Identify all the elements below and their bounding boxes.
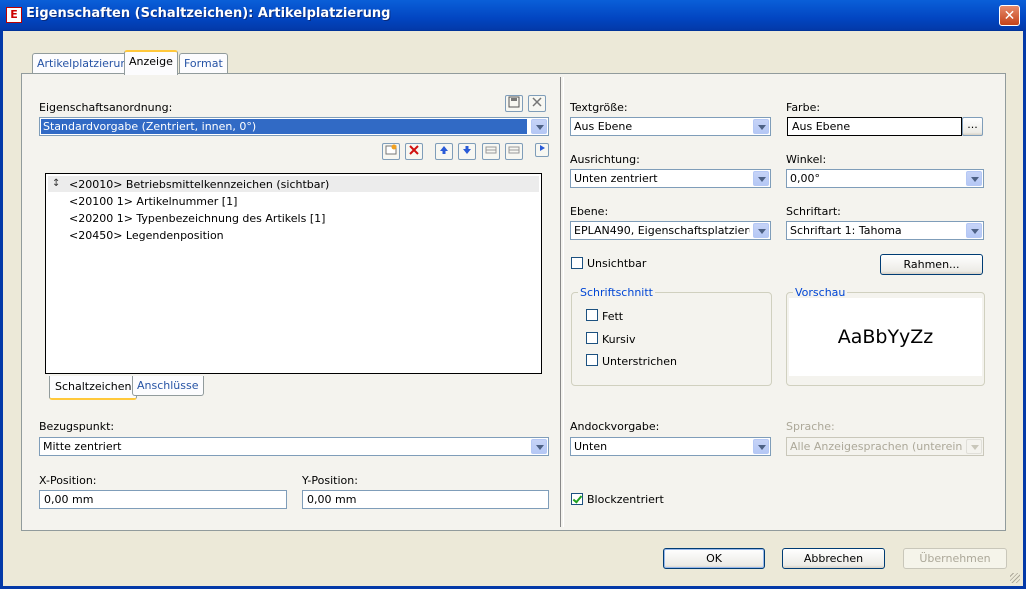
textsize-label: Textgröße: <box>570 101 628 114</box>
list-item[interactable]: <20010> Betriebsmittelkennzeichen (sicht… <box>69 178 329 191</box>
window-title: Eigenschaften (Schaltzeichen): Artikelpl… <box>26 6 391 21</box>
arrangement-select[interactable]: Standardvorgabe (Zentriert, innen, 0°) <box>39 117 549 136</box>
ypos-label: Y-Position: <box>302 474 358 487</box>
chevron-down-icon[interactable] <box>966 439 982 454</box>
remove-entry-button[interactable] <box>405 143 423 160</box>
panel-divider <box>560 77 564 527</box>
font-style-group-title: Schriftschnitt <box>578 286 655 299</box>
angle-label: Winkel: <box>786 153 827 166</box>
title-bar: E Eigenschaften (Schaltzeichen): Artikel… <box>0 0 1026 31</box>
sort-order-icon: ↕ <box>52 178 61 189</box>
xpos-label: X-Position: <box>39 474 97 487</box>
refpoint-select[interactable]: Mitte zentriert <box>39 437 549 456</box>
move-up-button[interactable] <box>435 143 453 160</box>
italic-label: Kursiv <box>602 333 636 346</box>
underline-checkbox[interactable] <box>586 354 598 366</box>
italic-checkbox[interactable] <box>586 332 598 344</box>
dock-label: Andockvorgabe: <box>570 420 660 433</box>
frame-button[interactable]: Rahmen... <box>880 254 983 275</box>
tab-format[interactable]: Format <box>179 53 228 74</box>
color-picker-button[interactable]: ... <box>962 117 983 136</box>
arrow-up-icon <box>440 146 448 154</box>
arrangement-value: Standardvorgabe (Zentriert, innen, 0°) <box>41 119 527 134</box>
invisible-label: Unsichtbar <box>587 257 647 270</box>
cancel-button[interactable]: Abbrechen <box>782 548 885 569</box>
tab-anzeige[interactable]: Anzeige <box>124 50 178 75</box>
arrow-down-icon <box>463 146 471 154</box>
new-entry-icon <box>385 144 397 155</box>
new-entry-button[interactable] <box>382 143 400 160</box>
bold-label: Fett <box>602 310 624 323</box>
align-label: Ausrichtung: <box>570 153 640 166</box>
angle-select[interactable]: 0,00° <box>786 169 984 188</box>
save-arrangement-button[interactable] <box>505 95 523 112</box>
preview-area: AaBbYyZz <box>789 298 982 376</box>
ok-button[interactable]: OK <box>663 548 765 569</box>
dock-value: Unten <box>574 440 608 453</box>
refpoint-value: Mitte zentriert <box>43 440 122 453</box>
chevron-down-icon[interactable] <box>753 171 769 186</box>
xpos-value: 0,00 mm <box>44 493 94 506</box>
color-value: Aus Ebene <box>792 120 851 133</box>
move-first-button[interactable] <box>482 143 500 160</box>
underline-label: Unterstrichen <box>602 355 678 368</box>
invisible-checkbox[interactable] <box>571 257 583 269</box>
block-centered-label: Blockzentriert <box>587 493 664 506</box>
chevron-down-icon[interactable] <box>753 119 769 134</box>
align-select[interactable]: Unten zentriert <box>570 169 771 188</box>
arrangement-label: Eigenschaftsanordnung: <box>39 101 173 114</box>
angle-value: 0,00° <box>790 172 820 185</box>
list-item[interactable]: <20200 1> Typenbezeichnung des Artikels … <box>69 212 325 225</box>
ypos-field[interactable]: 0,00 mm <box>302 490 549 509</box>
layer-select[interactable]: EPLAN490, Eigenschaftsplatzierung.A <box>570 221 771 240</box>
delete-arrangement-button[interactable] <box>528 95 546 112</box>
bold-checkbox[interactable] <box>586 309 598 321</box>
chevron-down-icon[interactable] <box>966 171 982 186</box>
xpos-field[interactable]: 0,00 mm <box>39 490 287 509</box>
subtab-schaltzeichen[interactable]: Schaltzeichen <box>49 376 138 400</box>
layer-value: EPLAN490, Eigenschaftsplatzierung.A <box>574 224 750 237</box>
close-button[interactable]: ✕ <box>999 5 1020 26</box>
list-item[interactable]: <20100 1> Artikelnummer [1] <box>69 195 237 208</box>
chevron-down-icon[interactable] <box>753 439 769 454</box>
app-icon: E <box>6 7 22 23</box>
refpoint-label: Bezugspunkt: <box>39 420 115 433</box>
play-icon <box>540 145 545 151</box>
block-centered-checkbox[interactable] <box>571 493 583 505</box>
textsize-select[interactable]: Aus Ebene <box>570 117 771 136</box>
language-select[interactable]: Alle Anzeigesprachen (untereinander <box>786 437 984 456</box>
chevron-down-icon[interactable] <box>966 223 982 238</box>
delete-icon <box>532 97 542 107</box>
font-label: Schriftart: <box>786 205 841 218</box>
move-last-button[interactable] <box>505 143 523 160</box>
preview-text: AaBbYyZz <box>837 326 934 348</box>
textsize-value: Aus Ebene <box>574 120 633 133</box>
ypos-value: 0,00 mm <box>307 493 357 506</box>
save-icon <box>508 96 520 108</box>
layer-label: Ebene: <box>570 205 609 218</box>
move-down-button[interactable] <box>458 143 476 160</box>
align-value: Unten zentriert <box>574 172 658 185</box>
subtab-anschluesse[interactable]: Anschlüsse <box>132 376 204 396</box>
resize-grip[interactable] <box>1010 573 1020 583</box>
language-label: Sprache: <box>786 420 835 433</box>
font-select[interactable]: Schriftart 1: Tahoma <box>786 221 984 240</box>
list-item[interactable]: <20450> Legendenposition <box>69 229 224 242</box>
chevron-down-icon[interactable] <box>753 223 769 238</box>
list-bottom-icon <box>508 146 520 154</box>
list-top-icon <box>485 146 497 154</box>
color-label: Farbe: <box>786 101 821 114</box>
language-value: Alle Anzeigesprachen (untereinander <box>790 440 963 453</box>
dock-select[interactable]: Unten <box>570 437 771 456</box>
more-menu-button[interactable] <box>535 143 549 157</box>
property-list[interactable]: ↕ <20010> Betriebsmittelkennzeichen (sic… <box>45 173 542 374</box>
apply-button[interactable]: Übernehmen <box>903 548 1007 569</box>
color-field[interactable]: Aus Ebene <box>787 117 962 136</box>
delete-icon <box>409 145 419 155</box>
chevron-down-icon[interactable] <box>531 439 547 454</box>
chevron-down-icon[interactable] <box>531 119 547 134</box>
font-value: Schriftart 1: Tahoma <box>790 224 902 237</box>
